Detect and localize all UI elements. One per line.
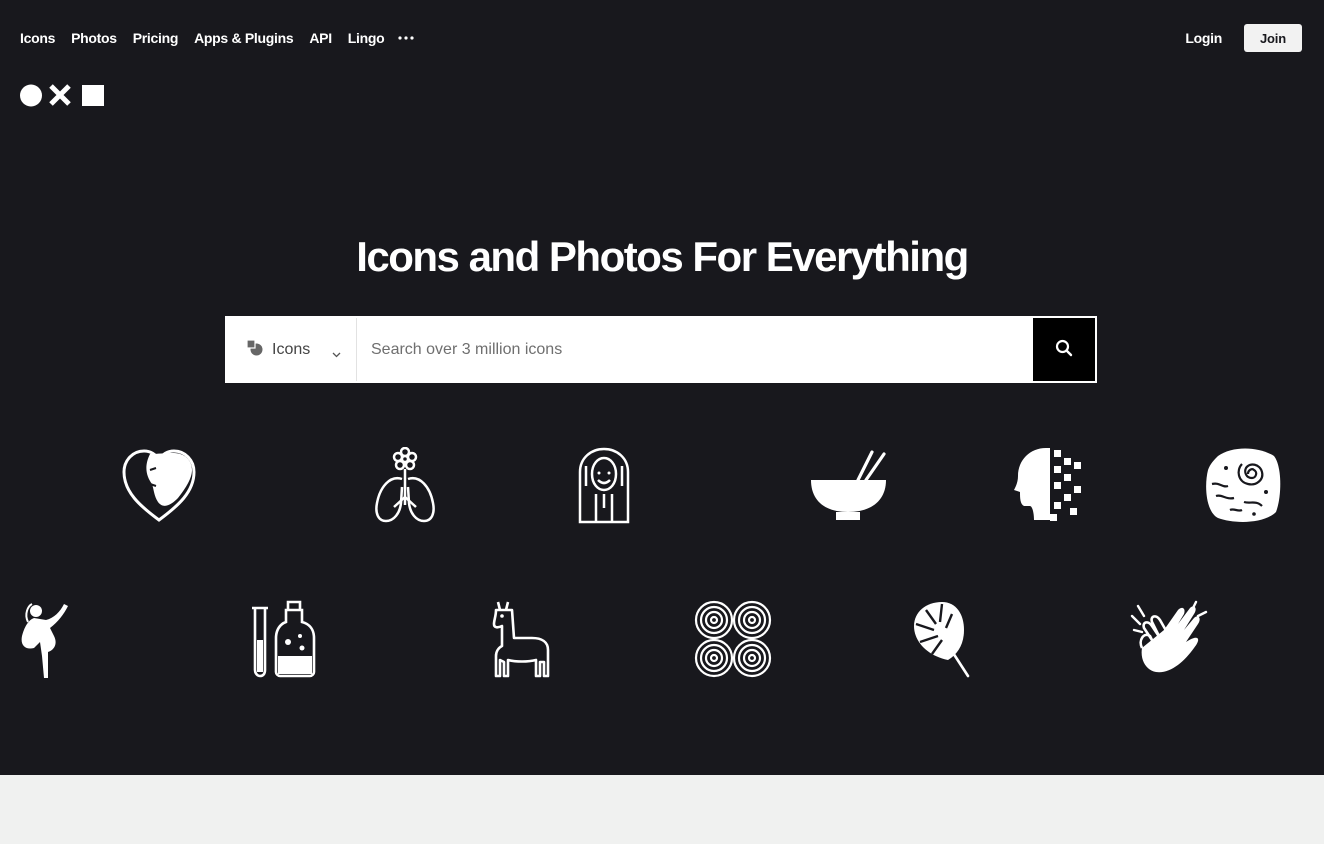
chevron-down-icon <box>332 345 341 363</box>
login-link[interactable]: Login <box>1185 30 1222 46</box>
nav-link-apps-plugins[interactable]: Apps & Plugins <box>194 29 294 47</box>
top-nav: Icons Photos Pricing Apps & Plugins API … <box>20 29 415 47</box>
bowl-chopsticks-icon[interactable] <box>810 450 888 522</box>
test-tube-bottle-icon[interactable] <box>248 600 318 678</box>
nav-link-icons[interactable]: Icons <box>20 29 55 47</box>
join-button[interactable]: Join <box>1244 24 1302 52</box>
search-bar: Icons <box>225 316 1097 383</box>
fossil-rock-icon[interactable] <box>1204 446 1282 524</box>
icons-type-icon <box>246 338 263 361</box>
llama-icon[interactable] <box>490 600 550 678</box>
lungs-flower-icon[interactable] <box>372 447 438 525</box>
heart-face-icon[interactable] <box>120 446 198 524</box>
spiral-pattern-icon[interactable] <box>694 600 772 678</box>
nav-link-photos[interactable]: Photos <box>71 29 117 47</box>
clapping-hands-icon[interactable] <box>1130 600 1208 678</box>
search-type-select[interactable]: Icons <box>227 318 357 381</box>
search-input[interactable] <box>357 318 1033 381</box>
woman-portrait-icon[interactable] <box>576 446 632 524</box>
hero-section: Icons Photos Pricing Apps & Plugins API … <box>0 0 1324 775</box>
nav-link-lingo[interactable]: Lingo <box>348 29 385 47</box>
auth-controls: Login Join <box>1185 24 1302 52</box>
pixel-head-icon[interactable] <box>1012 446 1086 524</box>
ellipsis-icon[interactable] <box>398 29 415 47</box>
content-area <box>0 775 1324 844</box>
dancer-icon[interactable] <box>20 602 70 680</box>
page-title: Icons and Photos For Everything <box>356 233 969 280</box>
monstera-leaf-icon[interactable] <box>912 600 974 678</box>
search-type-label: Icons <box>272 340 311 358</box>
nav-link-pricing[interactable]: Pricing <box>133 29 179 47</box>
magnifier-icon <box>1055 339 1073 360</box>
noun-project-logo[interactable] <box>20 84 106 113</box>
nav-link-api[interactable]: API <box>309 29 332 47</box>
search-button[interactable] <box>1033 318 1095 381</box>
